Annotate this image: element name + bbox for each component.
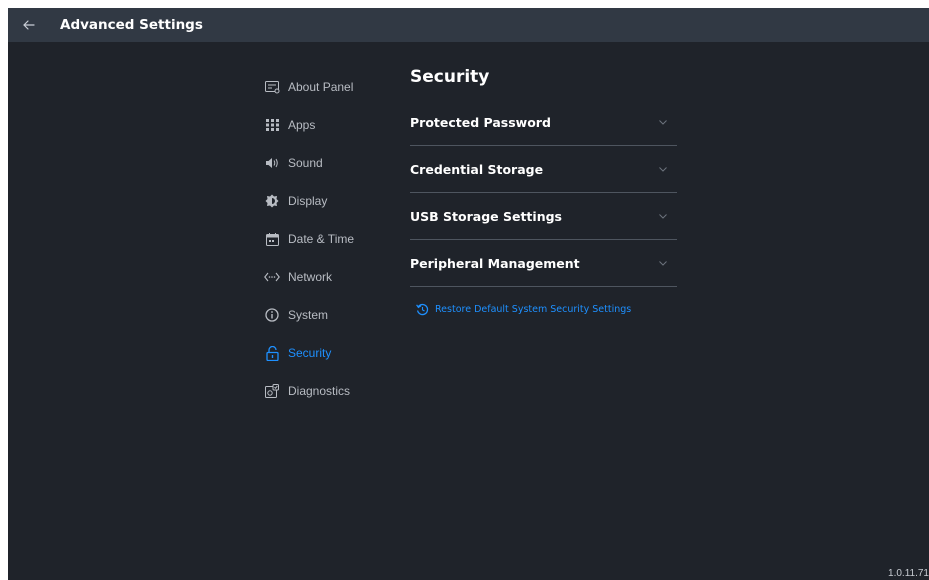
sidebar-item-label: System (288, 308, 329, 322)
diagnostics-icon (264, 383, 280, 399)
sidebar-item-label: Network (288, 270, 333, 284)
sidebar-item-network[interactable]: Network (264, 258, 394, 296)
restore-label: Restore Default System Security Settings (435, 304, 632, 315)
network-icon (264, 269, 280, 285)
sidebar-item-date-time[interactable]: Date & Time (264, 220, 394, 258)
sidebar-item-label: Security (288, 346, 332, 360)
accordion-label: Credential Storage (410, 161, 544, 177)
restore-defaults-link[interactable]: Restore Default System Security Settings (416, 303, 677, 316)
chevron-down-icon (659, 119, 667, 125)
sidebar-item-apps[interactable]: Apps (264, 106, 394, 144)
display-brightness-icon (264, 193, 280, 209)
sidebar-item-label: Display (288, 194, 328, 208)
restore-icon (416, 303, 429, 316)
about-panel-icon (264, 79, 280, 95)
sidebar-item-label: About Panel (288, 80, 354, 94)
sidebar-item-display[interactable]: Display (264, 182, 394, 220)
sidebar-item-label: Sound (288, 156, 323, 170)
info-icon (264, 307, 280, 323)
security-panel: Security Protected Password Credential S… (410, 62, 677, 316)
sidebar-item-security[interactable]: Security (264, 334, 394, 372)
app-screen: Advanced Settings About Panel Apps Sound… (8, 8, 929, 580)
version-label: 1.0.11.71 (888, 568, 929, 579)
arrow-left-icon (23, 20, 35, 30)
sidebar-item-label: Apps (288, 118, 316, 132)
accordion-label: USB Storage Settings (410, 208, 562, 224)
accordion-label: Protected Password (410, 114, 551, 130)
page-title: Advanced Settings (60, 17, 203, 33)
sidebar-item-sound[interactable]: Sound (264, 144, 394, 182)
sidebar-item-label: Date & Time (288, 232, 355, 246)
back-button[interactable] (22, 18, 36, 32)
chevron-down-icon (659, 213, 667, 219)
settings-sidebar: About Panel Apps Sound Display Date & Ti… (264, 68, 394, 410)
accordion-peripheral-management[interactable]: Peripheral Management (410, 240, 677, 287)
accordion-usb-storage-settings[interactable]: USB Storage Settings (410, 193, 677, 240)
speaker-icon (264, 155, 280, 171)
section-heading: Security (410, 67, 490, 87)
sidebar-item-system[interactable]: System (264, 296, 394, 334)
top-bar: Advanced Settings (8, 8, 929, 42)
accordion-credential-storage[interactable]: Credential Storage (410, 146, 677, 193)
sidebar-item-label: Diagnostics (288, 384, 351, 398)
accordion-label: Peripheral Management (410, 255, 580, 271)
sidebar-item-diagnostics[interactable]: Diagnostics (264, 372, 394, 410)
chevron-down-icon (659, 166, 667, 172)
calendar-icon (264, 231, 280, 247)
sidebar-item-about-panel[interactable]: About Panel (264, 68, 394, 106)
accordion-protected-password[interactable]: Protected Password (410, 99, 677, 146)
lock-icon (264, 345, 280, 361)
chevron-down-icon (659, 260, 667, 266)
apps-grid-icon (264, 117, 280, 133)
